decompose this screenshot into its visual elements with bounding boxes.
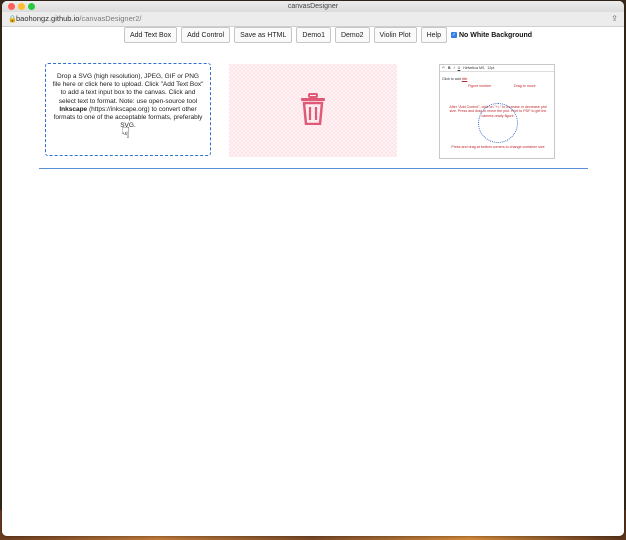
address-bar[interactable]: 🔒 baohongz.github.io/canvasDesigner2/ ⇪ (2, 12, 624, 27)
trash-drop-zone[interactable] (229, 64, 397, 157)
demo1-button[interactable]: Demo1 (296, 27, 331, 43)
page-content: Add Text Box Add Control Save as HTML De… (2, 27, 624, 536)
trash-icon (301, 93, 325, 125)
underline-icon: U (457, 66, 461, 70)
preview-size: 12pt (487, 66, 495, 70)
share-icon[interactable]: ⇪ (611, 14, 618, 23)
browser-window: canvasDesigner 🔒 baohongz.github.io/canv… (2, 1, 624, 536)
add-text-box-button[interactable]: Add Text Box (124, 27, 178, 43)
violin-plot-button[interactable]: Violin Plot (373, 27, 417, 43)
no-white-background-checkbox[interactable]: ✓ (450, 32, 457, 38)
undo-icon: ↶ (442, 66, 446, 70)
title-bar: canvasDesigner (2, 1, 624, 12)
click-to-add-label: Click to add title (442, 77, 468, 81)
add-control-button[interactable]: Add Control (181, 27, 231, 43)
help-button[interactable]: Help (420, 27, 447, 43)
app-toolbar: Add Text Box Add Control Save as HTML De… (124, 27, 532, 43)
save-as-html-button[interactable]: Save as HTML (234, 27, 293, 43)
demo2-button[interactable]: Demo2 (334, 27, 370, 43)
hand-cursor-icon: ☟ (121, 125, 131, 142)
canvas-divider (39, 168, 588, 169)
file-drop-zone[interactable]: Drop a SVG (high resolution), JPEG, GIF … (45, 63, 211, 156)
drop-instructions: Drop a SVG (high resolution), JPEG, GIF … (52, 73, 204, 105)
preview-circular-plot (478, 103, 518, 143)
drag-to-move-note: Drag to move (514, 84, 536, 88)
preview-format-toolbar: ↶ B I U Helvetica MS 12pt (440, 65, 554, 72)
preview-font: Helvetica MS (463, 66, 485, 70)
window-title: canvasDesigner (287, 3, 339, 10)
italic-icon: I (453, 66, 455, 70)
inkscape-label: Inkscape (59, 105, 88, 113)
no-white-background-label[interactable]: No White Background (459, 32, 532, 39)
figure-number-note: Figure number (468, 84, 492, 88)
demo-preview-thumbnail[interactable]: ↶ B I U Helvetica MS 12pt Click to add t… (439, 64, 555, 159)
url-text[interactable]: baohongz.github.io/canvasDesigner2/ (16, 14, 142, 23)
bottom-corner-note: Press and drag at bottom corners to chan… (451, 145, 545, 149)
bold-icon: B (448, 66, 451, 70)
